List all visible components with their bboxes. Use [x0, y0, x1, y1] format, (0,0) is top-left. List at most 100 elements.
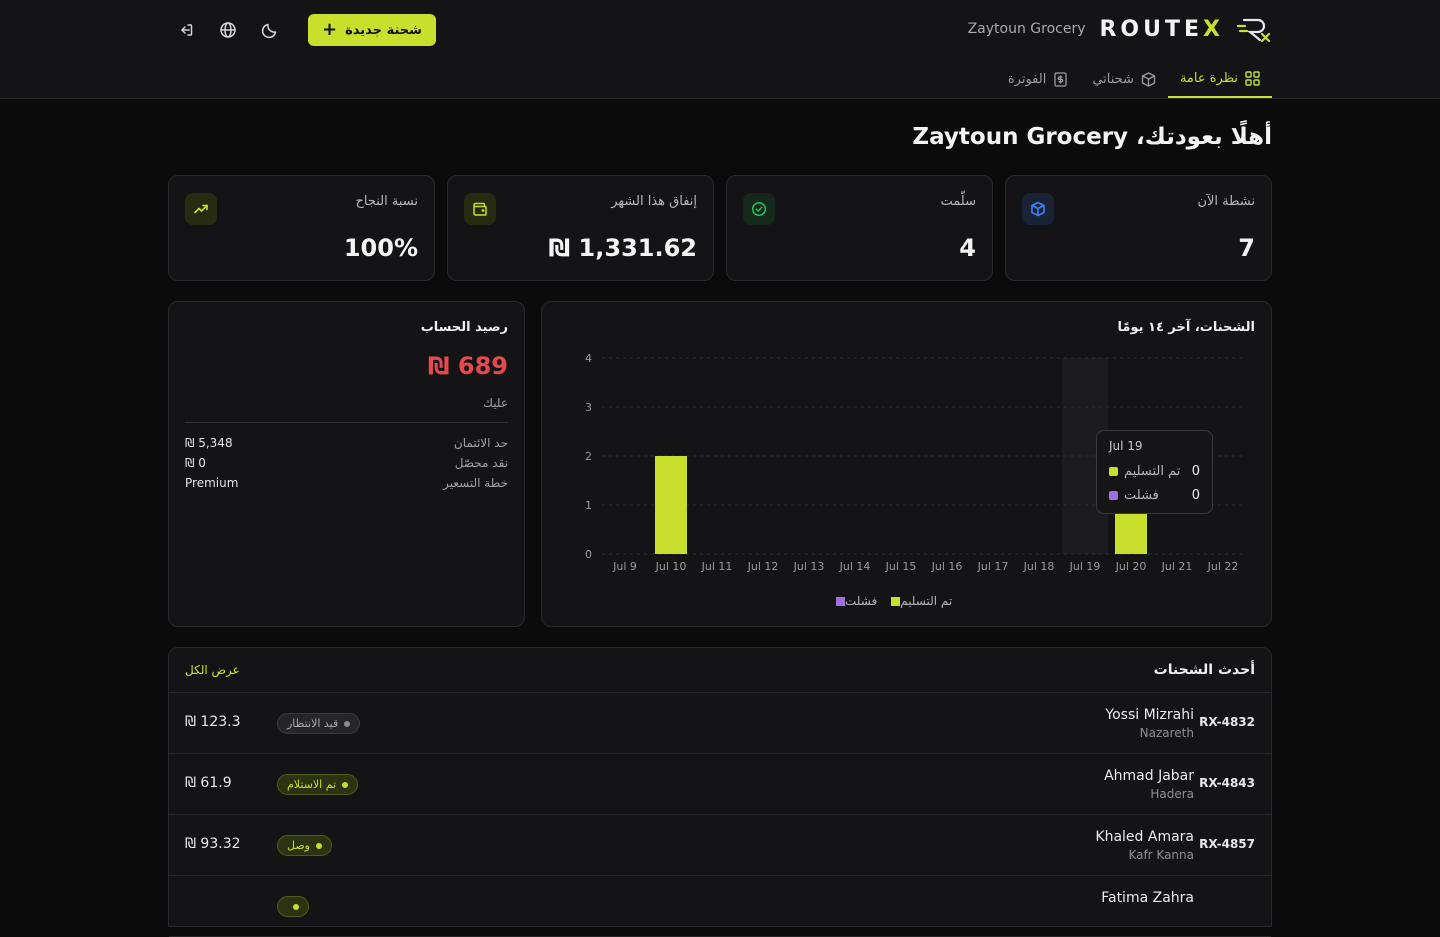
customer-city: Nazareth: [1139, 726, 1194, 740]
x-tick-label: Jul 15: [885, 560, 917, 573]
x-tick-label: Jul 9: [612, 560, 637, 573]
tooltip-title: Jul 19: [1109, 439, 1143, 453]
stat-label: نشطة الآن: [1197, 194, 1255, 209]
x-tick-label: Jul 20: [1115, 560, 1147, 573]
stat-label: نسبة النجاح: [355, 194, 418, 209]
pricing-plan-row: خطة التسعير Premium: [185, 476, 508, 496]
tooltip-label: تم التسليم: [1124, 463, 1181, 479]
table-row[interactable]: RX-4843 Ahmad Jabar Hadera تم الاستلام ₪…: [169, 754, 1271, 815]
customer-name: Yossi Mizrahi: [1105, 707, 1194, 723]
kv-key: نقد محصّل: [454, 456, 508, 470]
view-all-link[interactable]: عرض الكل: [185, 663, 240, 677]
kv-key: خطة التسعير: [443, 476, 508, 490]
routex-logo-icon: [1236, 18, 1271, 43]
x-tick-label: Jul 16: [931, 560, 963, 573]
shipment-amount: ₪ 61.9: [185, 775, 232, 791]
tab-billing[interactable]: الفوترة: [996, 60, 1080, 98]
kv-value: ₪ 5,348: [185, 436, 233, 450]
tab-overview-label: نظرة عامة: [1179, 70, 1238, 86]
x-tick-label: Jul 12: [747, 560, 779, 573]
shipment-id: RX-4843: [1199, 776, 1255, 790]
legend-label: فشلت: [845, 594, 878, 608]
cube-icon: [1022, 193, 1054, 225]
x-tick-label: Jul 13: [793, 560, 825, 573]
x-tick-label: Jul 21: [1161, 560, 1193, 573]
shipment-id: RX-4832: [1199, 715, 1255, 729]
stat-value: 7: [1238, 234, 1255, 262]
box-icon: [1141, 71, 1156, 87]
routex-logo[interactable]: ROUTEX: [1099, 17, 1224, 42]
trend-up-icon: [185, 193, 217, 225]
status-badge: تم الاستلام: [277, 774, 359, 795]
page-title: أهلًا بعودتك، Zaytoun Grocery: [912, 124, 1272, 150]
customer-name: Khaled Amara: [1095, 829, 1194, 845]
status-badge: [277, 896, 309, 917]
x-tick-label: Jul 17: [977, 560, 1009, 573]
y-tick-label: 0: [585, 548, 592, 561]
stat-card-spend: إنفاق هذا الشهر ₪ 1,331.62: [447, 175, 714, 281]
customer-city: Hadera: [1150, 787, 1194, 801]
x-tick-label: Jul 10: [655, 560, 687, 573]
table-row[interactable]: RX-4832 Yossi Mizrahi Nazareth قيد الانت…: [169, 693, 1271, 754]
legend-item-failed[interactable]: فشلت: [832, 594, 877, 608]
divider: [185, 422, 508, 423]
balance-title: رصيد الحساب: [420, 320, 508, 335]
kv-value: ₪ 0: [185, 456, 206, 470]
top-bar: Zaytoun Grocery ROUTEX + شحنة جديدة نظرة…: [0, 0, 1440, 99]
account-balance-panel: رصيد الحساب ₪ 689 عليك حد الائتمان ₪ 5,3…: [168, 301, 525, 627]
table-row[interactable]: RX-4857 Khaled Amara Kafr Kanna وصل ₪ 93…: [169, 815, 1271, 876]
check-circle-icon: [743, 193, 775, 225]
brand: Zaytoun Grocery ROUTEX: [968, 14, 1272, 44]
stat-value: 100%: [343, 234, 418, 262]
status-dot: [293, 903, 299, 910]
tooltip-value: 0: [1191, 487, 1200, 503]
x-tick-label: Jul 22: [1207, 560, 1239, 573]
kv-key: حد الائتمان: [453, 436, 508, 450]
status-label: قيد الانتظار: [287, 717, 339, 730]
bar-delivered: [655, 456, 687, 554]
moon-icon[interactable]: [256, 16, 284, 44]
legend-swatch: [891, 597, 901, 606]
legend-label: تم التسليم: [900, 594, 953, 608]
recent-shipments-title: أحدث الشحنات: [1153, 662, 1255, 678]
tab-overview[interactable]: نظرة عامة: [1167, 60, 1272, 98]
x-tick-label: Jul 14: [839, 560, 871, 573]
logout-icon[interactable]: [172, 16, 200, 44]
stat-value: ₪ 1,331.62: [548, 234, 698, 262]
chart-legend: فشلت تم التسليم: [832, 594, 952, 608]
status-dot: [315, 842, 322, 849]
customer-name: Ahmad Jabar: [1104, 768, 1194, 784]
tab-shipments-label: شحناتي: [1092, 71, 1134, 87]
x-tick-label: Jul 11: [701, 560, 733, 573]
y-tick-label: 3: [585, 401, 592, 414]
tooltip-value: 0: [1191, 463, 1200, 479]
recent-shipments-panel: أحدث الشحنات عرض الكل RX-4832 Yossi Mizr…: [168, 647, 1272, 937]
status-dot: [342, 781, 349, 788]
tab-shipments[interactable]: شحناتي: [1080, 60, 1168, 98]
org-name: Zaytoun Grocery: [967, 21, 1086, 37]
tooltip-label: فشلت: [1124, 487, 1159, 503]
status-badge: وصل: [277, 835, 332, 856]
y-tick-label: 2: [585, 450, 592, 463]
globe-icon[interactable]: [214, 16, 242, 44]
stat-value: 4: [959, 234, 976, 262]
tooltip-swatch: [1109, 466, 1118, 476]
customer-name: Fatima Zahra: [1101, 890, 1194, 906]
plus-icon: +: [322, 19, 338, 40]
invoice-icon: [1054, 71, 1067, 87]
recent-shipments-header: أحدث الشحنات عرض الكل: [169, 648, 1271, 693]
shipment-amount: ₪ 123.3: [185, 714, 241, 730]
x-tick-label: Jul 19: [1069, 560, 1101, 573]
grid-icon: [1245, 70, 1260, 86]
table-row[interactable]: Fatima Zahra: [169, 876, 1271, 937]
shipment-amount: ₪ 93.32: [185, 836, 241, 852]
logo-text-x: X: [1203, 16, 1224, 42]
stat-label: إنفاق هذا الشهر: [611, 194, 697, 209]
y-tick-label: 1: [585, 499, 592, 512]
tab-billing-label: الفوترة: [1007, 71, 1047, 87]
customer-city: Kafr Kanna: [1128, 848, 1194, 862]
new-shipment-button[interactable]: + شحنة جديدة: [308, 14, 436, 46]
status-dot: [344, 720, 351, 727]
legend-item-delivered[interactable]: تم التسليم: [887, 594, 952, 608]
credit-limit-row: حد الائتمان ₪ 5,348: [185, 436, 508, 456]
